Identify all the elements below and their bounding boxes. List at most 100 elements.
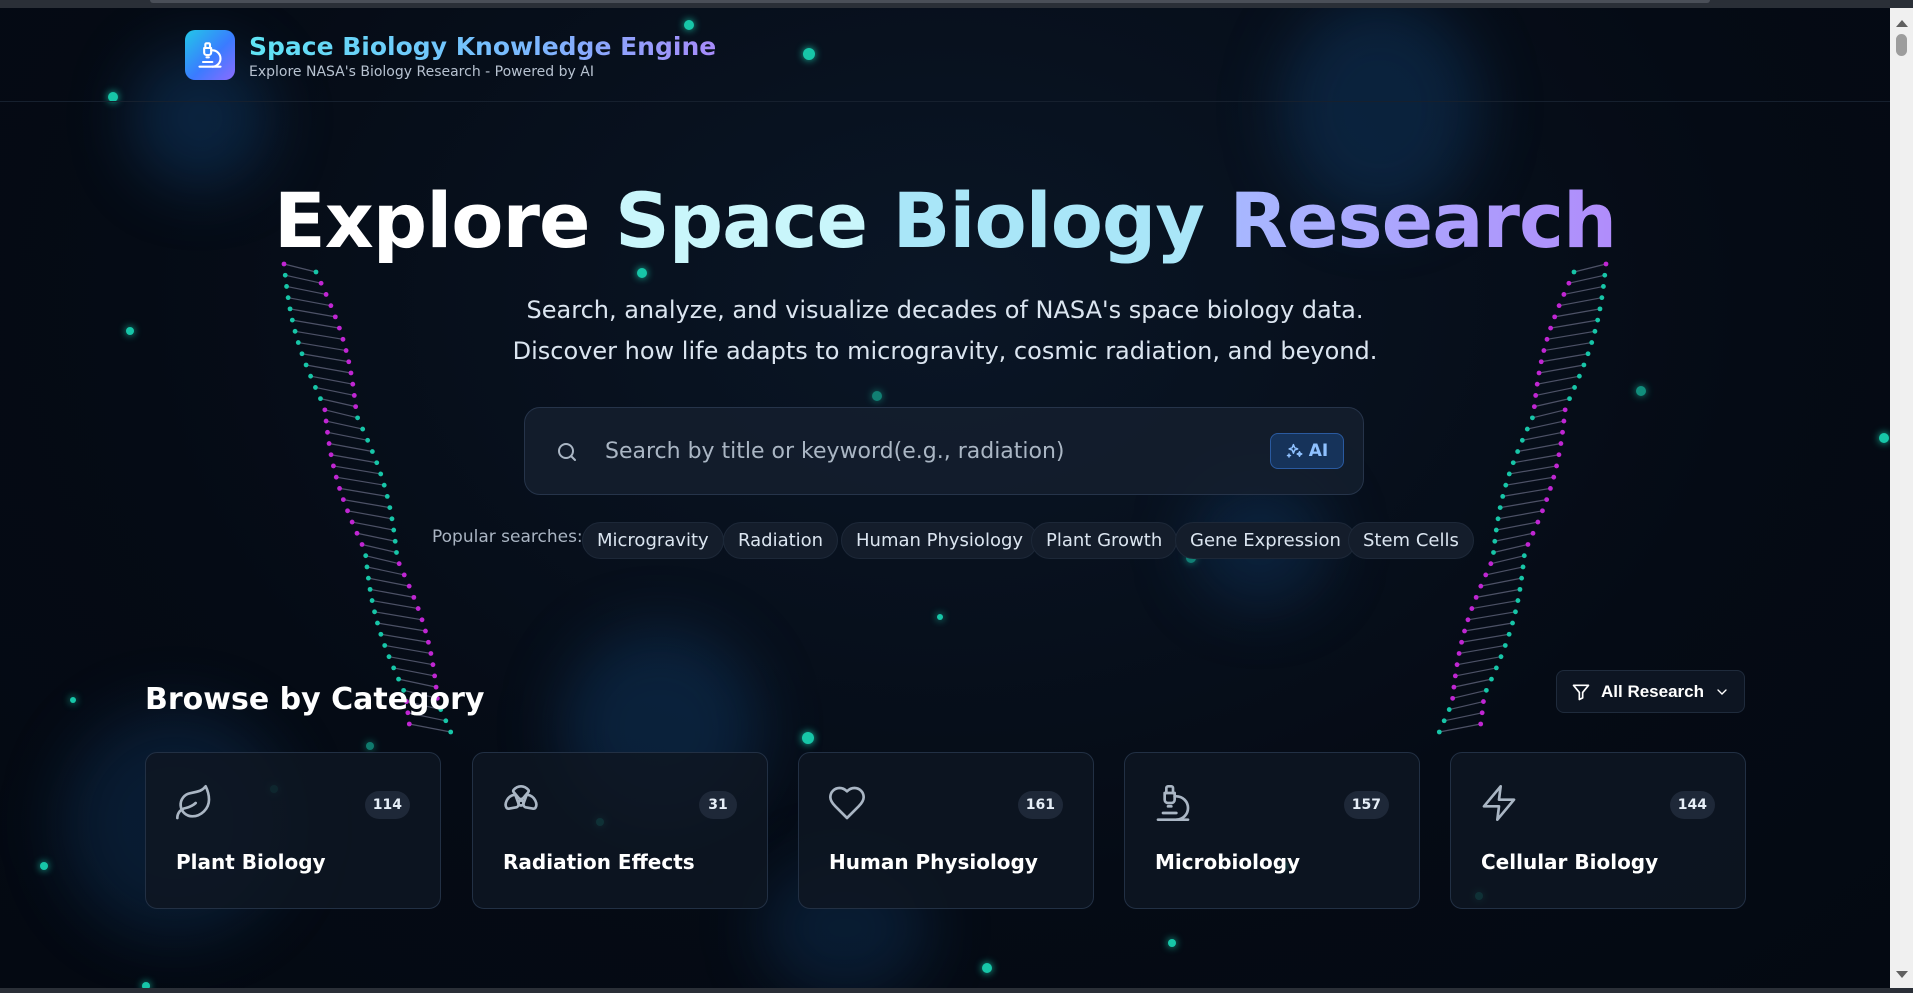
dna-node — [1520, 564, 1526, 570]
dna-node — [430, 662, 436, 668]
popular-searches-label: Popular searches: — [432, 527, 583, 547]
dna-rung — [347, 510, 393, 520]
ai-button-label: AI — [1308, 441, 1329, 461]
dna-node — [1602, 272, 1608, 278]
research-filter-dropdown[interactable]: All Research — [1556, 670, 1745, 713]
dna-node — [1601, 284, 1606, 289]
dna-node — [396, 676, 401, 682]
popular-chip-stem-cells[interactable]: Stem Cells — [1348, 522, 1474, 559]
dna-rung — [1497, 510, 1543, 520]
category-count: 161 — [1017, 791, 1063, 819]
category-count: 114 — [364, 791, 410, 819]
ai-search-button[interactable]: AI — [1270, 433, 1344, 469]
scroll-up-arrow[interactable] — [1896, 20, 1908, 27]
dna-node — [1513, 609, 1518, 615]
dna-node — [391, 527, 397, 533]
category-label: Radiation Effects — [503, 850, 695, 874]
section-title: Browse by Category — [145, 682, 485, 717]
dna-node — [386, 654, 392, 660]
dna-rung — [1480, 577, 1522, 587]
dna-rung — [328, 442, 373, 453]
dna-node — [1450, 695, 1456, 701]
category-card-radiation-effects[interactable]: 31 Radiation Effects — [472, 752, 768, 909]
dna-rung — [1490, 555, 1525, 565]
page-viewport: Space Biology Knowledge Engine Explore N… — [0, 8, 1890, 988]
dna-node — [345, 508, 350, 514]
dna-node — [363, 553, 369, 559]
dna-node — [1500, 493, 1506, 499]
search-input[interactable] — [605, 428, 1205, 474]
popular-chip-plant-growth[interactable]: Plant Growth — [1031, 522, 1178, 559]
hero-title-word: Space — [614, 176, 868, 265]
dna-node — [1534, 381, 1540, 387]
dna-rung — [1464, 622, 1513, 632]
dna-node — [1451, 684, 1457, 690]
category-label: Cellular Biology — [1481, 850, 1659, 874]
dna-node — [1498, 654, 1504, 660]
app-subtitle: Explore NASA's Biology Research - Powere… — [249, 64, 594, 80]
browser-bottom-strip — [0, 988, 1913, 993]
dna-node — [1492, 538, 1498, 544]
category-card-human-physiology[interactable]: 161 Human Physiology — [798, 752, 1094, 909]
dna-node — [1488, 561, 1494, 567]
dna-node — [1531, 404, 1537, 410]
scrollbar-thumb[interactable] — [1896, 34, 1907, 56]
dna-node — [1533, 393, 1539, 398]
dna-rung — [315, 386, 355, 397]
category-card-cellular-biology[interactable]: 144 Cellular Biology — [1450, 752, 1746, 909]
dna-node — [443, 718, 449, 724]
dna-rung — [1527, 420, 1565, 430]
hero-title-word: Explore — [273, 176, 591, 265]
microscope-icon — [1156, 785, 1190, 821]
dna-node — [374, 460, 380, 466]
dna-node — [1493, 527, 1499, 533]
dna-node — [1473, 594, 1479, 600]
dna-node — [1592, 328, 1598, 334]
dna-node — [391, 665, 397, 671]
popular-chip-microgravity[interactable]: Microgravity — [582, 522, 724, 559]
dna-node — [1554, 463, 1559, 469]
popular-chip-gene-expression[interactable]: Gene Expression — [1175, 522, 1356, 559]
dna-node — [1454, 662, 1460, 668]
category-card-microbiology[interactable]: 157 Microbiology — [1124, 752, 1420, 909]
dna-node — [389, 516, 395, 522]
dna-rung — [1513, 454, 1560, 464]
dna-node — [359, 542, 365, 547]
popular-chip-radiation[interactable]: Radiation — [723, 522, 839, 559]
dna-node — [406, 583, 412, 589]
dna-rung — [377, 622, 426, 632]
hero-title: Explore Space Biology Research — [0, 176, 1890, 265]
dna-node — [382, 643, 388, 648]
dna-node — [337, 485, 342, 491]
radiation-icon — [504, 785, 538, 810]
dna-rung — [1439, 723, 1481, 733]
dna-node — [1495, 516, 1501, 522]
particle-dot — [982, 963, 992, 973]
dna-rung — [371, 599, 419, 610]
app-logo[interactable] — [185, 30, 235, 80]
dna-node — [419, 617, 425, 623]
dna-node — [331, 463, 336, 469]
filter-label: All Research — [1601, 681, 1704, 701]
vertical-scrollbar[interactable] — [1890, 8, 1913, 988]
particle-dot — [937, 614, 943, 620]
dna-rung — [1456, 656, 1502, 666]
popular-chip-human-physiology[interactable]: Human Physiology — [841, 522, 1039, 559]
dna-node — [1551, 474, 1557, 480]
dna-rung — [409, 723, 451, 733]
dna-node — [1562, 407, 1568, 413]
dna-node — [1556, 452, 1562, 458]
dna-node — [326, 441, 332, 446]
dna-rung — [1444, 712, 1483, 722]
dna-rung — [1509, 465, 1557, 475]
browser-top-strip — [0, 0, 1913, 8]
dna-rung — [1537, 375, 1580, 385]
dna-node — [381, 482, 387, 488]
dna-rung — [1538, 364, 1585, 374]
scroll-down-arrow[interactable] — [1896, 971, 1908, 978]
dna-node — [1441, 718, 1447, 724]
dna-rung — [1471, 599, 1519, 610]
heart-icon — [829, 786, 865, 820]
dna-node — [348, 370, 354, 376]
category-card-plant-biology[interactable]: 114 Plant Biology — [145, 752, 441, 909]
